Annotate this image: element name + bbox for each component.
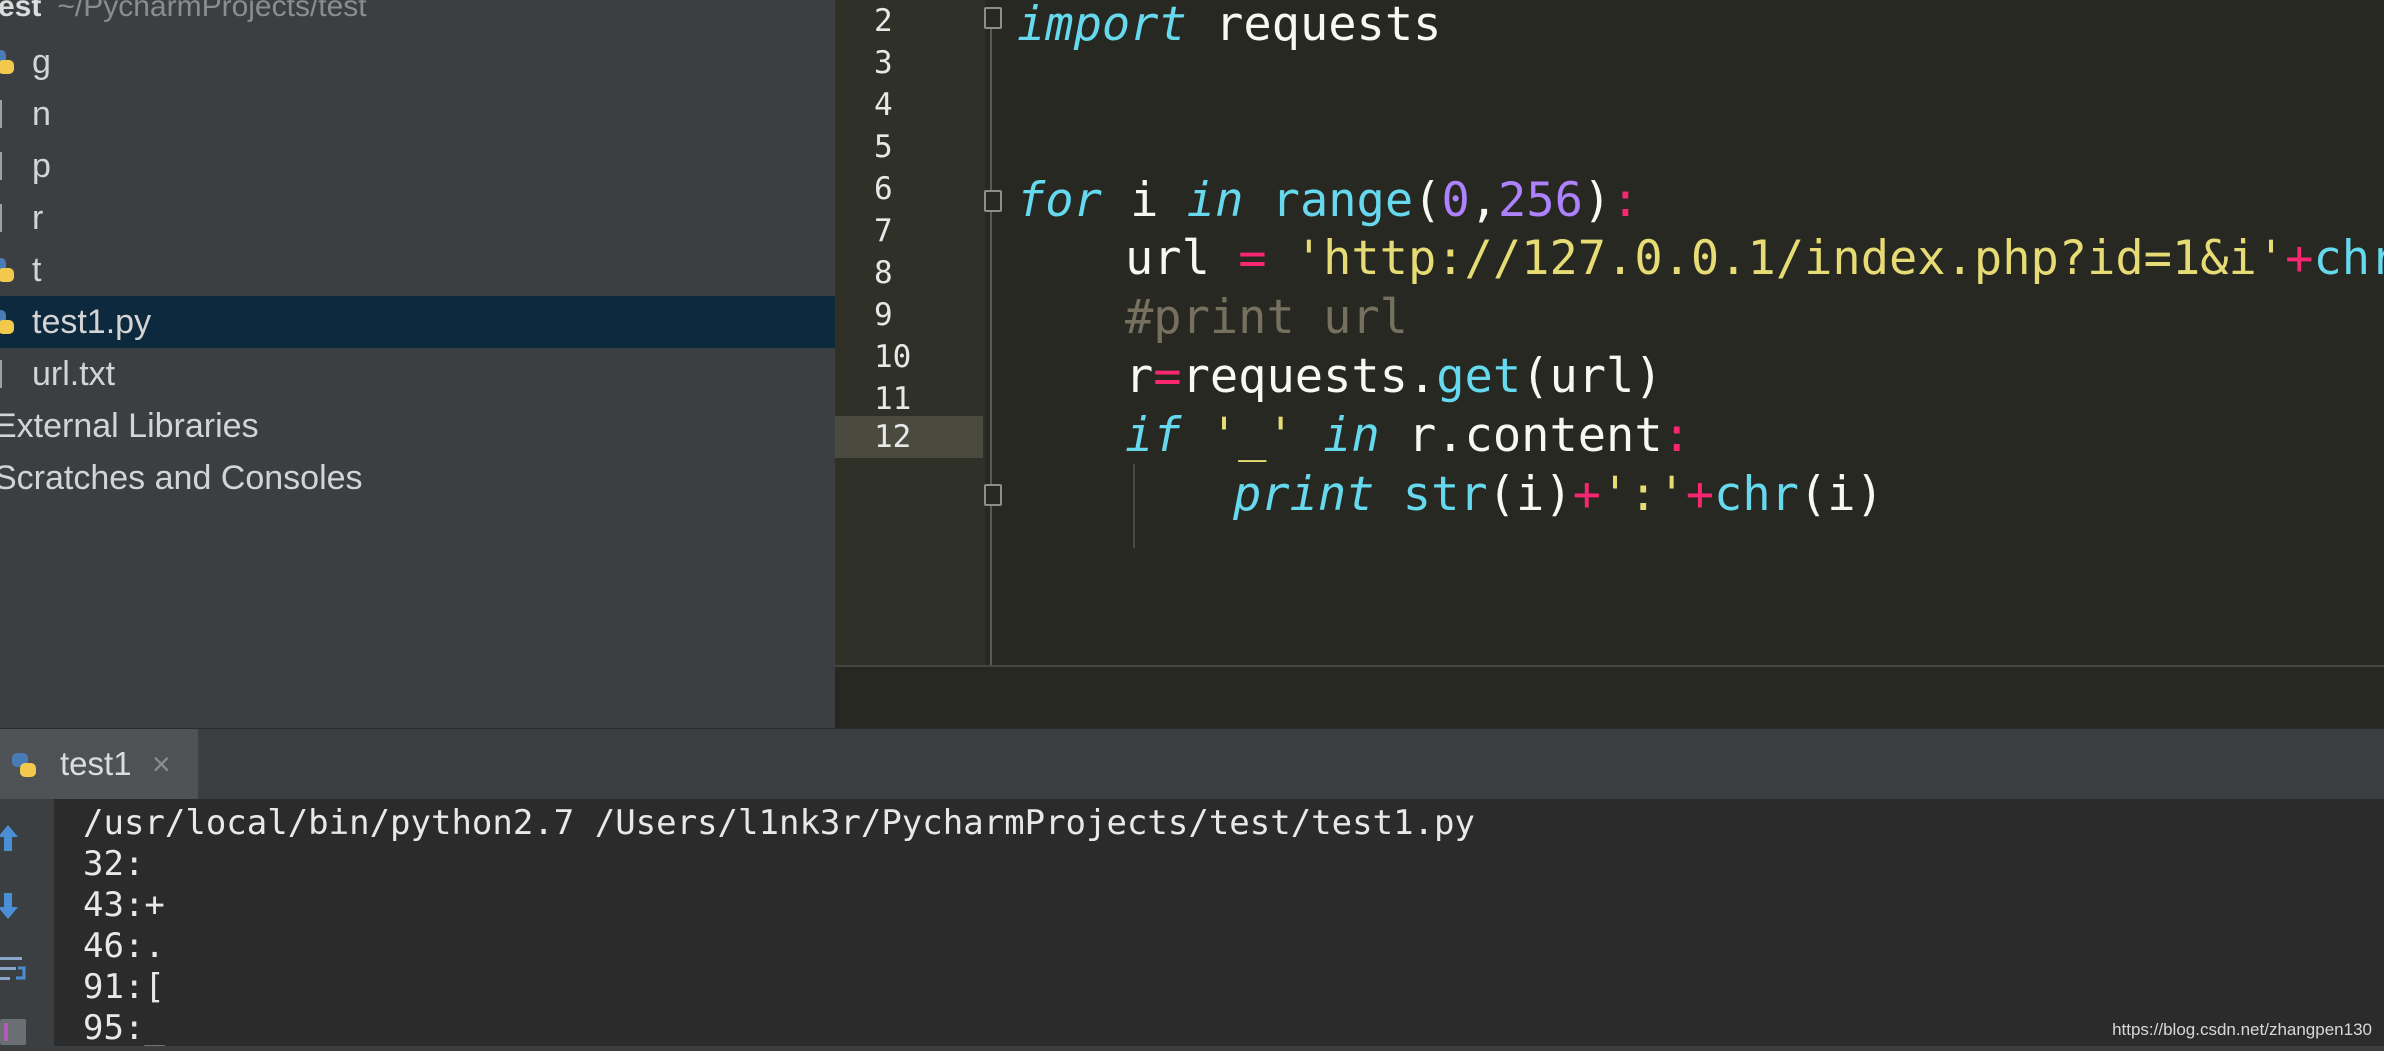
- line-number-current: 12: [835, 416, 983, 458]
- line-number: 8: [874, 255, 893, 291]
- watermark: https://blog.csdn.net/zhangpen130: [2112, 1020, 2372, 1039]
- run-tab-label: test1: [60, 745, 132, 782]
- line-number: 2: [874, 3, 893, 39]
- text-file-icon: [0, 152, 2, 180]
- run-tab-test1[interactable]: test1 ×: [0, 729, 198, 799]
- code-line-url: url = 'http://127.0.0.1/index.php?id=1&i…: [1125, 231, 2384, 286]
- line-number: 10: [874, 339, 912, 375]
- line-number: 3: [874, 45, 893, 81]
- tree-item-label: Scratches and Consoles: [0, 459, 363, 497]
- console-line: 95:_: [83, 1008, 165, 1046]
- close-icon[interactable]: ×: [152, 729, 171, 799]
- tree-item-label: url.txt: [32, 355, 116, 393]
- line-number: 11: [874, 381, 912, 417]
- tree-item-url-txt[interactable]: url.txt: [0, 348, 835, 400]
- editor-bottom-border: [835, 665, 2384, 667]
- indent-guide: [1133, 464, 1135, 548]
- tree-item-label: test1.py: [32, 303, 152, 341]
- console-line: 91:[: [83, 967, 165, 1007]
- tree-item-label: t: [32, 251, 42, 289]
- code-line-print: print str(i)+':'+chr(i): [1233, 467, 1884, 522]
- text-file-icon: [0, 360, 2, 388]
- python-file-icon: [0, 308, 16, 336]
- project-root[interactable]: test ~/PycharmProjects/test: [0, 0, 367, 24]
- tree-item[interactable]: r: [0, 192, 835, 244]
- line-number-gutter: 2 3 4 5 6 7 8 9 10 11 12: [835, 0, 985, 665]
- project-root-path: ~/PycharmProjects/test: [57, 0, 367, 23]
- console-line: /usr/local/bin/python2.7 /Users/l1nk3r/P…: [83, 803, 1475, 843]
- project-tool-window: test ~/PycharmProjects/test g n p r t tes…: [0, 0, 835, 728]
- fold-marker-icon[interactable]: [984, 7, 1002, 29]
- run-console-output[interactable]: /usr/local/bin/python2.7 /Users/l1nk3r/P…: [54, 799, 2384, 1046]
- line-number: 7: [874, 213, 893, 249]
- code-line-comment: #print url: [1125, 290, 1408, 345]
- tree-item-external-libraries[interactable]: External Libraries: [0, 400, 835, 452]
- arrow-up-icon[interactable]: [0, 819, 30, 859]
- tree-item[interactable]: t: [0, 244, 835, 296]
- code-line-import: import requests: [1017, 0, 1442, 52]
- soft-wrap-icon[interactable]: [0, 949, 30, 989]
- console-line: 32:: [83, 844, 145, 884]
- line-number: 5: [874, 129, 893, 165]
- project-root-name: test: [0, 0, 42, 23]
- tree-item-label: r: [32, 199, 44, 237]
- tree-item[interactable]: p: [0, 140, 835, 192]
- tree-item-label: g: [32, 43, 51, 81]
- console-line: 46:.: [83, 926, 165, 966]
- tree-item-test1-py[interactable]: test1.py: [0, 296, 835, 348]
- text-file-icon: [0, 204, 2, 232]
- line-number: 4: [874, 87, 893, 123]
- print-icon[interactable]: [0, 1011, 30, 1051]
- tree-item-label: n: [32, 95, 51, 133]
- code-line-request: r=requests.get(url): [1125, 349, 1663, 404]
- text-file-icon: [0, 100, 2, 128]
- fold-guide: [990, 20, 992, 665]
- tree-item[interactable]: n: [0, 88, 835, 140]
- console-line: 43:+: [83, 885, 165, 925]
- code-editor[interactable]: 2 3 4 5 6 7 8 9 10 11 12 import requests…: [835, 0, 2384, 728]
- fold-marker-icon[interactable]: [984, 484, 1002, 506]
- tree-item-label: External Libraries: [0, 407, 259, 445]
- python-file-icon: [0, 256, 16, 284]
- tree-item[interactable]: g: [0, 36, 835, 88]
- line-number: 6: [874, 171, 893, 207]
- tree-item-scratches-and-consoles[interactable]: Scratches and Consoles: [0, 452, 835, 504]
- code-line-for: for i in range(0,256):: [1017, 173, 1640, 228]
- python-run-icon: [12, 751, 38, 779]
- line-number: 9: [874, 297, 893, 333]
- run-toolbar: [0, 799, 54, 1046]
- run-tab-bar: test1 ×: [0, 729, 2384, 799]
- tree-item-label: p: [32, 147, 51, 185]
- fold-marker-icon[interactable]: [984, 190, 1002, 212]
- python-file-icon: [0, 48, 16, 76]
- code-line-if: if '_' in r.content:: [1125, 408, 1691, 463]
- arrow-down-icon[interactable]: [0, 885, 30, 925]
